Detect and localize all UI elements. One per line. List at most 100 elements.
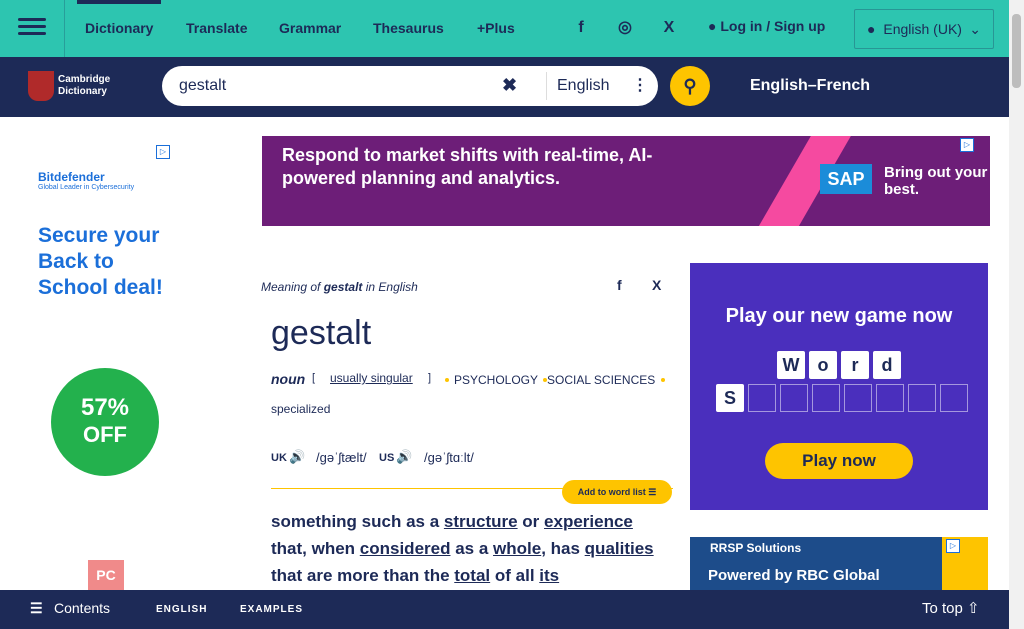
- ad-brand-sub: Global Leader in Cybersecurity: [38, 184, 135, 191]
- dictionary-select[interactable]: English: [557, 77, 609, 95]
- instagram-icon[interactable]: ◎: [615, 18, 635, 38]
- letter-tile: W: [777, 351, 805, 379]
- pc-badge: PC: [88, 560, 124, 590]
- adchoices-icon[interactable]: ▷: [946, 539, 960, 553]
- domain-label: PSYCHOLOGY: [454, 373, 539, 387]
- ad-text: Respond to market shifts with real-time,…: [282, 145, 653, 188]
- empty-tile: [748, 384, 776, 412]
- def-link[interactable]: qualities: [585, 539, 654, 558]
- rbc-ad[interactable]: RRSP Solutions Powered by RBC Global ▷: [690, 537, 988, 597]
- tab-english[interactable]: ENGLISH: [156, 604, 207, 615]
- empty-tile: [908, 384, 936, 412]
- def-link[interactable]: considered: [360, 539, 451, 558]
- speaker-icon[interactable]: 🔊: [396, 449, 414, 465]
- def-link[interactable]: structure: [444, 512, 518, 531]
- signup-link[interactable]: Sign up: [774, 18, 825, 34]
- ad-tag: RRSP Solutions: [710, 541, 802, 555]
- divider: [546, 72, 547, 100]
- speaker-icon[interactable]: 🔊: [289, 449, 307, 465]
- meaning-heading: Meaning of gestalt in English: [261, 280, 418, 294]
- scrollbar-thumb[interactable]: [1012, 14, 1021, 88]
- play-now-button[interactable]: Play now: [765, 443, 913, 479]
- part-of-speech: noun: [271, 371, 306, 387]
- search-box: gestalt ✖ English ⋮: [162, 66, 658, 106]
- game-ad[interactable]: Play our new game now W o r d S Play now: [690, 263, 988, 510]
- logo-text: Dictionary: [58, 86, 107, 97]
- definition: something such as a structure or experie…: [271, 512, 654, 585]
- language-label: English (UK): [883, 21, 962, 37]
- add-to-word-list-button[interactable]: Add to word list ☰: [562, 480, 672, 504]
- user-icon: ●: [708, 18, 717, 34]
- slash: /: [766, 18, 771, 34]
- sap-logo: SAP: [820, 164, 872, 194]
- tab-thesaurus[interactable]: Thesaurus: [373, 0, 444, 57]
- more-options-icon[interactable]: ⋮: [632, 75, 648, 95]
- facebook-icon[interactable]: f: [571, 18, 591, 38]
- uk-label: UK: [271, 452, 287, 464]
- clear-icon[interactable]: ✖: [502, 75, 517, 96]
- crest-icon: [28, 71, 54, 101]
- letter-tile: S: [716, 384, 744, 412]
- letter-tile: r: [841, 351, 869, 379]
- letter-tile: d: [873, 351, 901, 379]
- x-icon[interactable]: X: [659, 18, 679, 38]
- def-link[interactable]: its: [539, 566, 559, 585]
- divider: [64, 0, 65, 57]
- login-link[interactable]: Log in: [720, 18, 762, 34]
- arrow-up-icon: ⇧: [967, 600, 980, 617]
- empty-tile: [844, 384, 872, 412]
- empty-tile: [812, 384, 840, 412]
- list-icon: ☰: [30, 600, 43, 616]
- def-link[interactable]: experience: [544, 512, 633, 531]
- search-input[interactable]: gestalt: [179, 77, 226, 95]
- translate-pair-link[interactable]: English–French: [740, 71, 880, 101]
- to-top-button[interactable]: To top ⇧: [922, 599, 980, 617]
- search-icon: ⚲: [683, 76, 697, 96]
- def-link[interactable]: whole: [493, 539, 541, 558]
- meaning-word: gestalt: [323, 280, 363, 294]
- logo-text: Cambridge: [58, 74, 111, 85]
- search-button[interactable]: ⚲: [670, 66, 710, 106]
- game-ad-title: Play our new game now: [725, 305, 953, 327]
- tab-dictionary[interactable]: Dictionary: [76, 0, 162, 57]
- grammar-link[interactable]: usually singular: [330, 371, 413, 385]
- left-ad[interactable]: ▷ Bitdefender Global Leader in Cybersecu…: [26, 140, 186, 590]
- domain-label: SOCIAL SCIENCES: [547, 373, 656, 387]
- user-links: ● Log in / Sign up: [708, 18, 825, 34]
- bottom-bar: [0, 590, 1009, 629]
- scrollbar[interactable]: [1009, 0, 1024, 629]
- adchoices-icon[interactable]: ▷: [960, 138, 974, 152]
- chevron-down-icon: ⌄: [969, 21, 981, 37]
- ad-percent: 57%: [80, 394, 130, 421]
- tab-plus[interactable]: +Plus: [477, 0, 515, 57]
- empty-tile: [940, 384, 968, 412]
- def-link[interactable]: total: [454, 566, 490, 585]
- headword: gestalt: [271, 314, 372, 352]
- contents-button[interactable]: ☰ Contents: [30, 600, 110, 617]
- ad-off: OFF: [83, 422, 127, 447]
- register-label: specialized: [271, 402, 331, 416]
- letter-tile: o: [809, 351, 837, 379]
- cambridge-logo[interactable]: Cambridge Dictionary: [28, 69, 124, 103]
- bullet: [661, 378, 665, 382]
- share-facebook-icon[interactable]: f: [617, 277, 622, 293]
- ad-brand: Bitdefender Global Leader in Cybersecuri…: [38, 170, 135, 191]
- globe-icon: ●: [867, 21, 876, 37]
- language-selector[interactable]: ● English (UK) ⌄: [854, 9, 994, 49]
- empty-tile: [876, 384, 904, 412]
- bracket: [: [312, 372, 316, 384]
- share-x-icon[interactable]: X: [652, 277, 661, 293]
- us-label: US: [379, 452, 395, 464]
- tab-examples[interactable]: EXAMPLES: [240, 604, 303, 615]
- tab-grammar[interactable]: Grammar: [279, 0, 341, 57]
- bracket: ]: [428, 372, 432, 384]
- discount-badge: 57% OFF: [51, 368, 159, 476]
- top-bar: Dictionary Translate Grammar Thesaurus +…: [0, 0, 1024, 57]
- tab-translate[interactable]: Translate: [186, 0, 247, 57]
- adchoices-icon[interactable]: ▷: [156, 145, 170, 159]
- menu-icon[interactable]: [18, 14, 46, 40]
- top-banner-ad[interactable]: Respond to market shifts with real-time,…: [262, 136, 990, 226]
- uk-ipa: /ɡəˈʃtælt/: [316, 450, 367, 465]
- empty-tile: [780, 384, 808, 412]
- ad-tagline: Bring out your best.: [884, 164, 988, 198]
